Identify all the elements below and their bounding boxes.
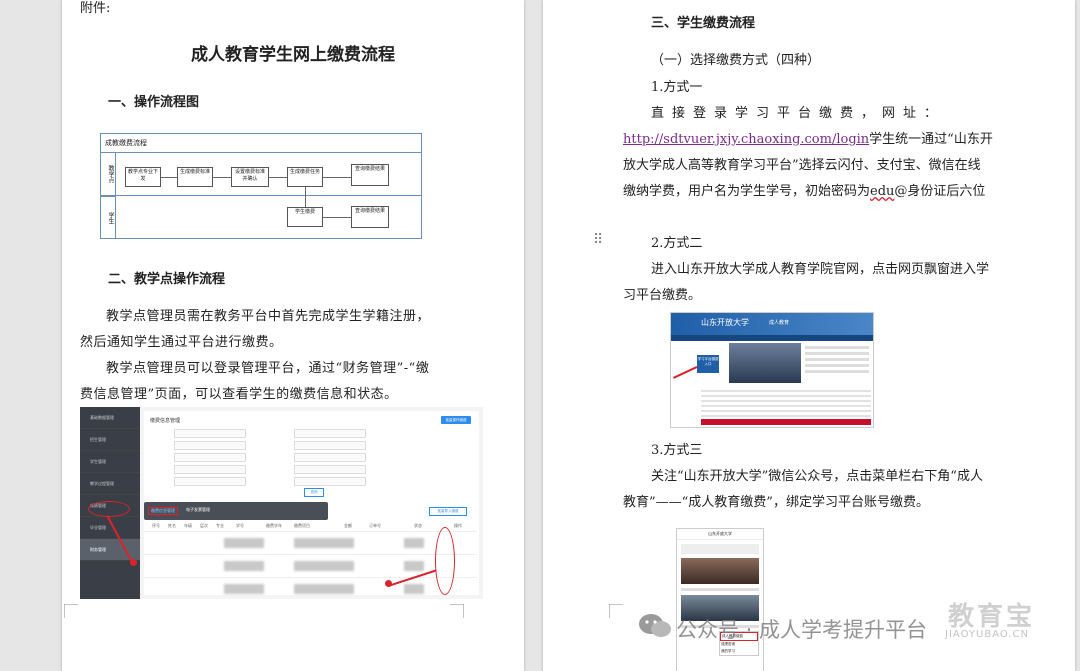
- password-word: edu: [870, 184, 895, 199]
- sidebar-item: 基础数据管理: [80, 407, 140, 429]
- wechat-icon: [639, 614, 671, 637]
- flow-box: 查询缴费结果: [351, 206, 389, 228]
- sidebar-item: 学生管理: [80, 451, 140, 473]
- site-logo-sub: 成人教育: [769, 320, 790, 326]
- method-title: 3.方式三: [651, 443, 703, 458]
- annotation-dot: [130, 559, 137, 566]
- flowchart-title: 成教缴费流程: [101, 134, 421, 153]
- table-header: 序号 姓名 年级 层次 专业 学号 缴费学年 缴费项目 金额 订单号 状态 操作: [144, 521, 477, 532]
- lane-label-student: 学生: [101, 196, 116, 238]
- flow-box: 生成缴费任务: [287, 167, 323, 187]
- table-row: [144, 532, 477, 555]
- wechat-screenshot: 山东开放大学 成人教育缴费 成绩查询 我的学习: [676, 528, 764, 671]
- page-corner-mark: [609, 604, 623, 618]
- school-website-screenshot: 山东开放大学 成人教育 学习平台缴费入口: [670, 312, 874, 428]
- section-heading-3: 三、学生缴费流程: [651, 16, 756, 31]
- lane-label-school: 教学点: [101, 153, 116, 195]
- annotation-dot: [385, 580, 392, 587]
- search-button: 查询: [304, 488, 324, 497]
- site-header: 山东开放大学 成人教育: [671, 313, 873, 335]
- paragraph: 教学点管理员需在教务平台中首先完成学生学籍注册，然后通知学生通过平台进行缴费。: [80, 309, 431, 350]
- attachment-label: 附件:: [80, 1, 111, 16]
- flow-box: 教学点专业下发: [125, 167, 161, 187]
- float-window: 学习平台缴费入口: [697, 355, 719, 373]
- tooltip-text: 缴费信息管理: [148, 507, 178, 515]
- paragraph: 关注“山东开放大学”微信公众号，点击菜单栏右下角“成人教育”——“成人教育缴费”…: [623, 469, 983, 510]
- table-row: [144, 555, 477, 578]
- watermark-text: 公众号 · 成人学考提升平台: [676, 618, 928, 642]
- document-page-right: 三、学生缴费流程 （一）选择缴费方式（四种） 1.方式一 直接登录学习平台缴费，…: [543, 0, 1075, 671]
- section-heading-2: 二、教学点操作流程: [108, 272, 226, 287]
- drag-handle-icon[interactable]: ⠿: [593, 232, 603, 248]
- document-page-left: 附件: 成人教育学生网上缴费流程 一、操作流程图 成教缴费流程 教学点 学生 教…: [62, 0, 524, 671]
- flow-box: 学生缴费: [287, 207, 323, 227]
- method-title: 1.方式一: [651, 80, 703, 95]
- page-title: 成人教育学生网上缴费流程: [191, 45, 395, 65]
- flow-box: 设置缴费标准并确认: [231, 167, 269, 187]
- import-button: 批量导入缴费: [429, 507, 467, 516]
- tooltip-bar: 缴费信息管理 电子发票管理: [144, 502, 328, 520]
- flow-box: 生成缴费标准: [177, 167, 213, 187]
- section-heading-1: 一、操作流程图: [108, 95, 200, 110]
- page-corner-mark: [450, 604, 464, 618]
- panel-title: 缴费信息管理: [150, 418, 181, 424]
- page-corner-mark: [64, 604, 78, 618]
- sub-heading: （一）选择缴费方式（四种）: [651, 53, 821, 68]
- batch-button: 批量操作缴费: [441, 416, 471, 424]
- brand-watermark: 教育宝: [948, 602, 1036, 632]
- method-title: 2.方式二: [651, 236, 703, 251]
- sidebar-item: 招生管理: [80, 429, 140, 451]
- flow-box: 查询缴费结果: [351, 164, 389, 186]
- platform-link[interactable]: http://sdtvuer.jxjy.chaoxing.com/login: [623, 132, 869, 147]
- admin-screenshot: 基础数据管理 招生管理 学生管理 教学过程管理 成绩管理 毕业管理 财务管理 缴…: [80, 407, 483, 599]
- flowchart: 成教缴费流程 教学点 学生 教学点专业下发 生成缴费标准 设置缴费标准并确认 生…: [100, 133, 422, 239]
- wechat-menu-item: 我的学习: [721, 649, 735, 653]
- paragraph: 进入山东开放大学成人教育学院官网，点击网页飘窗进入学习平台缴费。: [623, 262, 990, 303]
- highlight-circle: [88, 501, 130, 517]
- site-logo: 山东开放大学: [701, 318, 749, 327]
- wechat-title: 山东开放大学: [677, 529, 763, 540]
- paragraph-block: http://sdtvuer.jxjy.chaoxing.com/login学生…: [623, 132, 993, 199]
- tab-invoice: 电子发票管理: [186, 507, 210, 512]
- table-row: [144, 578, 477, 599]
- paragraph: 直接登录学习平台缴费，网址：: [651, 106, 946, 121]
- highlight-circle: [435, 527, 455, 595]
- paragraph: 教学点管理员可以登录管理平台，通过“财务管理”-“缴费信息管理”页面，可以查看学…: [80, 361, 430, 402]
- site-photo: [729, 343, 801, 383]
- annotation-line: [673, 366, 698, 379]
- brand-watermark-sub: JIAOYUBAO.CN: [945, 629, 1029, 640]
- sidebar-item: 教学过程管理: [80, 473, 140, 495]
